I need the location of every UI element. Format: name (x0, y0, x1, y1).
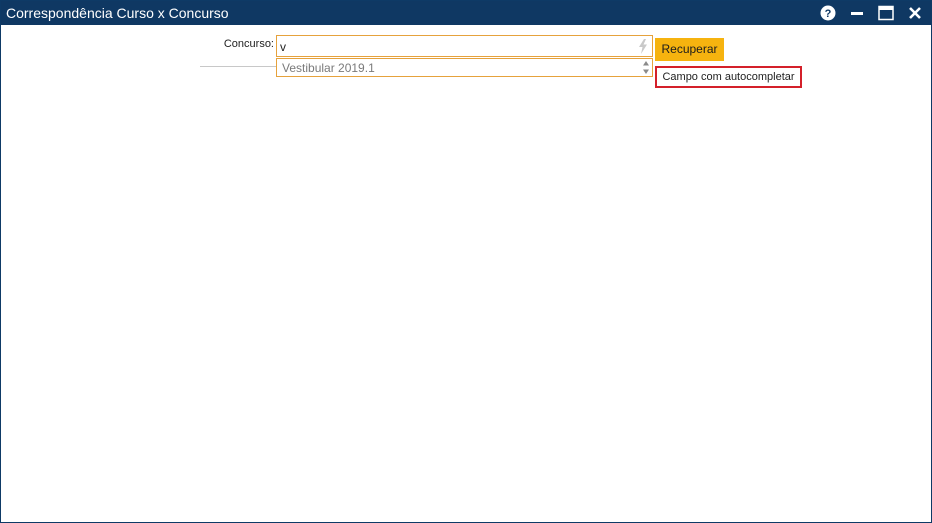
help-button[interactable]: ? (814, 1, 842, 25)
app-window: Correspondência Curso x Concurso ? Concu… (0, 0, 932, 523)
title-bar: Correspondência Curso x Concurso ? (1, 1, 931, 25)
maximize-icon (878, 5, 894, 21)
suggestion-item[interactable]: Vestibular 2019.1 (282, 61, 375, 75)
content-area: Concurso: Vestibular 2019.1 Recuperar Ca… (1, 25, 931, 522)
svg-text:?: ? (825, 8, 832, 20)
help-circle-icon: ? (820, 5, 836, 21)
maximize-button[interactable] (872, 1, 900, 25)
lightning-bolt-icon (639, 39, 647, 54)
concurso-autocomplete[interactable] (276, 35, 653, 57)
concurso-label: Concurso: (223, 38, 274, 50)
minimize-icon (851, 12, 863, 15)
close-icon (909, 7, 921, 19)
minimize-button[interactable] (843, 1, 871, 25)
autocomplete-dropdown: Vestibular 2019.1 (276, 58, 653, 77)
separator-line (200, 66, 277, 67)
autocomplete-tooltip: Campo com autocompletar (655, 66, 802, 88)
recuperar-button[interactable]: Recuperar (655, 38, 724, 61)
window-title: Correspondência Curso x Concurso (6, 5, 229, 21)
close-button[interactable] (901, 1, 929, 25)
concurso-input[interactable] (280, 39, 630, 54)
scroll-arrows-icon[interactable] (642, 60, 650, 75)
